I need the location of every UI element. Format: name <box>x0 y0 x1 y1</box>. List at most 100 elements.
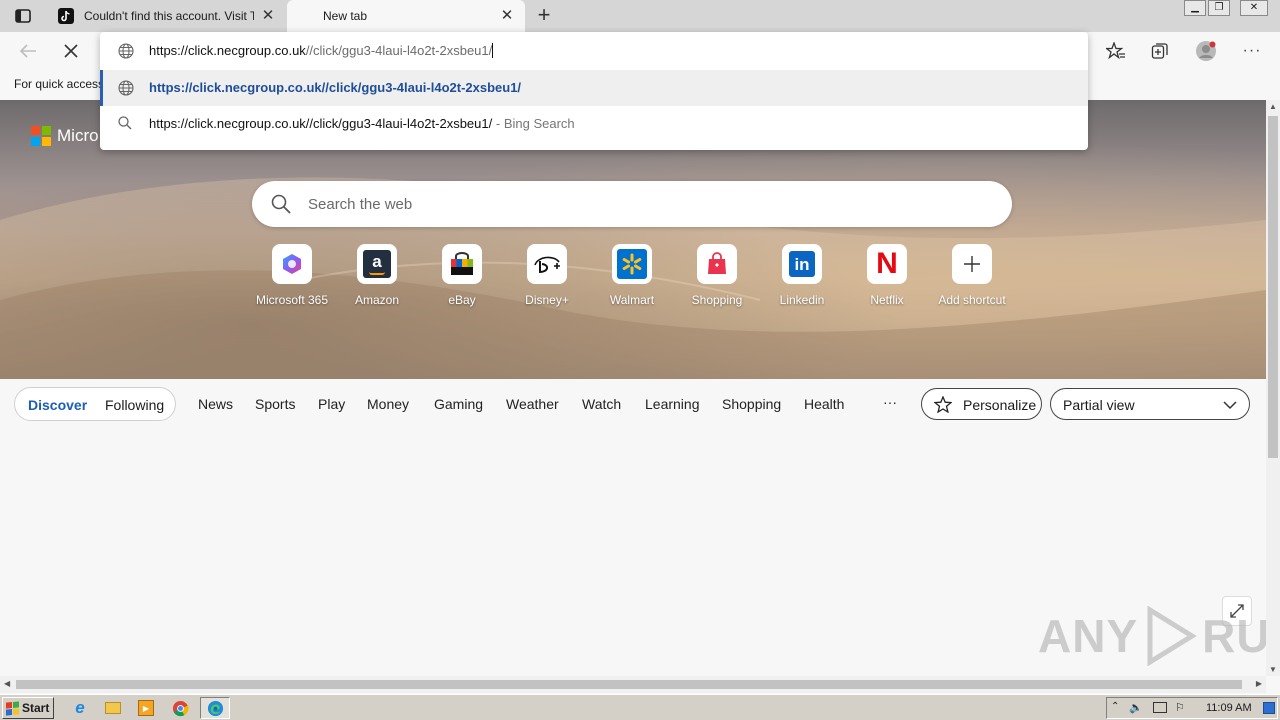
close-window-button[interactable]: ✕ <box>1240 0 1268 16</box>
suggestion-suffix: - Bing Search <box>495 116 575 131</box>
microsoft-logo-icon <box>31 126 51 146</box>
taskbar: Start e ▶ ⌃ 🔈 ⚐ 11:09 AM <box>0 694 1280 720</box>
scroll-down-icon[interactable]: ▼ <box>1269 665 1277 674</box>
nav-sports[interactable]: Sports <box>255 396 295 412</box>
more-icon: ··· <box>1242 42 1262 59</box>
feed-navigation: Discover Following News Sports Play Mone… <box>0 379 1266 429</box>
scroll-right-icon[interactable]: ▶ <box>1256 679 1262 688</box>
shortcut-label: Walmart <box>609 293 655 307</box>
globe-icon <box>118 43 134 59</box>
taskbar-media-player[interactable]: ▶ <box>135 698 157 718</box>
text-caret <box>492 43 494 58</box>
shortcut-shopping[interactable]: Shopping <box>677 244 757 307</box>
new-tab-button[interactable]: + <box>532 4 556 28</box>
suggestion-url[interactable]: https://click.necgroup.co.uk//click/ggu3… <box>100 70 1088 106</box>
windows-flag-icon <box>6 700 19 716</box>
nav-news[interactable]: News <box>198 396 233 412</box>
favorites-bar-text: For quick access <box>14 77 105 91</box>
taskbar-file-explorer[interactable] <box>102 698 124 718</box>
tab-new-tab[interactable]: New tab ✕ <box>287 0 525 32</box>
shortcut-label: Shopping <box>691 293 743 307</box>
brand-logo[interactable]: Micro <box>31 126 99 146</box>
media-player-icon: ▶ <box>138 700 154 716</box>
speaker-icon[interactable]: 🔈 <box>1129 701 1143 714</box>
tab-discover[interactable]: Discover <box>28 397 87 413</box>
chevron-down-icon <box>1223 401 1237 410</box>
shortcut-label: eBay <box>448 293 476 307</box>
minimize-button[interactable]: ▁ <box>1184 0 1206 16</box>
shortcut-label: Microsoft 365 <box>255 293 329 307</box>
show-desktop-icon[interactable] <box>1263 702 1275 714</box>
nav-health[interactable]: Health <box>804 396 844 412</box>
nav-learning[interactable]: Learning <box>645 396 700 412</box>
shortcut-disney-plus[interactable]: Disney+ <box>507 244 587 307</box>
shortcut-amazon[interactable]: a Amazon <box>337 244 417 307</box>
nav-gaming[interactable]: Gaming <box>434 396 483 412</box>
settings-more-button[interactable]: ··· <box>1241 40 1263 62</box>
restore-icon: ❐ <box>1214 2 1224 13</box>
horizontal-scrollbar[interactable]: ◀ ▶ <box>0 676 1266 693</box>
taskbar-internet-explorer[interactable]: e <box>69 698 91 718</box>
close-icon <box>64 44 78 58</box>
nav-watch[interactable]: Watch <box>582 396 621 412</box>
horizontal-scroll-thumb[interactable] <box>16 680 1242 689</box>
close-tab-icon[interactable]: ✕ <box>499 8 515 24</box>
restore-button[interactable]: ❐ <box>1208 0 1230 16</box>
avatar-icon <box>1196 41 1216 61</box>
personalize-button[interactable]: Personalize <box>921 388 1042 420</box>
action-center-flag-icon[interactable]: ⚐ <box>1175 701 1185 714</box>
shortcut-microsoft-365[interactable]: Microsoft 365 <box>252 244 332 307</box>
tab-actions-button[interactable] <box>10 6 36 26</box>
web-search-box[interactable]: Search the web <box>252 181 1012 227</box>
back-button[interactable] <box>17 40 39 62</box>
anyrun-watermark: ANY RUN <box>1038 606 1280 666</box>
address-bar-input[interactable]: https://click.necgroup.co.uk//click/ggu3… <box>100 32 1088 70</box>
profile-button[interactable] <box>1195 40 1217 62</box>
tab-strip: Couldn't find this account. Visit T ✕ Ne… <box>0 0 1280 32</box>
shortcut-walmart[interactable]: Walmart <box>592 244 672 307</box>
scroll-up-icon[interactable]: ▲ <box>1269 102 1277 111</box>
start-button[interactable]: Start <box>2 697 54 719</box>
vertical-scrollbar[interactable]: ▲ ▼ <box>1266 100 1280 676</box>
shortcut-linkedin[interactable]: in Linkedin <box>762 244 842 307</box>
personalize-label: Personalize <box>963 397 1037 413</box>
scroll-left-icon[interactable]: ◀ <box>4 679 10 688</box>
network-icon[interactable] <box>1153 702 1167 713</box>
sparkle-star-icon <box>934 396 952 413</box>
shortcut-label: Amazon <box>354 293 400 307</box>
favorites-button[interactable] <box>1105 40 1127 62</box>
vertical-scroll-thumb[interactable] <box>1268 116 1278 458</box>
tab-following[interactable]: Following <box>105 397 164 413</box>
search-placeholder: Search the web <box>308 196 413 213</box>
taskbar-chrome[interactable] <box>169 698 191 718</box>
plus-icon <box>952 244 992 284</box>
collections-button[interactable] <box>1149 40 1171 62</box>
suggestion-text: https://click.necgroup.co.uk//click/ggu3… <box>149 116 575 131</box>
nav-play[interactable]: Play <box>318 396 345 412</box>
address-path: //click/ggu3-4laui-l4o2t-2xsbeu1/ <box>305 43 493 58</box>
edge-icon <box>207 700 223 716</box>
stop-loading-button[interactable] <box>60 40 82 62</box>
play-logo-icon <box>1147 606 1197 666</box>
nav-more-button[interactable]: ··· <box>883 394 897 410</box>
add-shortcut-button[interactable]: Add shortcut <box>932 244 1012 307</box>
show-hidden-icons-icon[interactable]: ⌃ <box>1111 701 1119 712</box>
star-list-icon <box>1106 42 1125 60</box>
search-icon <box>271 194 291 214</box>
nav-weather[interactable]: Weather <box>506 396 559 412</box>
nav-money[interactable]: Money <box>367 396 409 412</box>
view-select[interactable]: Partial view <box>1050 388 1250 420</box>
close-tab-icon[interactable]: ✕ <box>260 8 276 24</box>
tab-tiktok[interactable]: Couldn't find this account. Visit T ✕ <box>48 0 286 32</box>
shopping-bag-icon <box>697 244 737 284</box>
taskbar-edge-active[interactable] <box>200 697 230 719</box>
shortcut-ebay[interactable]: eBay <box>422 244 502 307</box>
suggestion-bing-search[interactable]: https://click.necgroup.co.uk//click/ggu3… <box>100 106 1088 142</box>
brand-text: Micro <box>57 126 99 145</box>
suggestion-query: https://click.necgroup.co.uk//click/ggu3… <box>149 116 493 131</box>
watermark-text-left: ANY <box>1038 610 1139 662</box>
tab-title: New tab <box>323 9 368 23</box>
nav-shopping[interactable]: Shopping <box>722 396 781 412</box>
shortcut-label: Linkedin <box>779 293 825 307</box>
shortcut-netflix[interactable]: N Netflix <box>847 244 927 307</box>
